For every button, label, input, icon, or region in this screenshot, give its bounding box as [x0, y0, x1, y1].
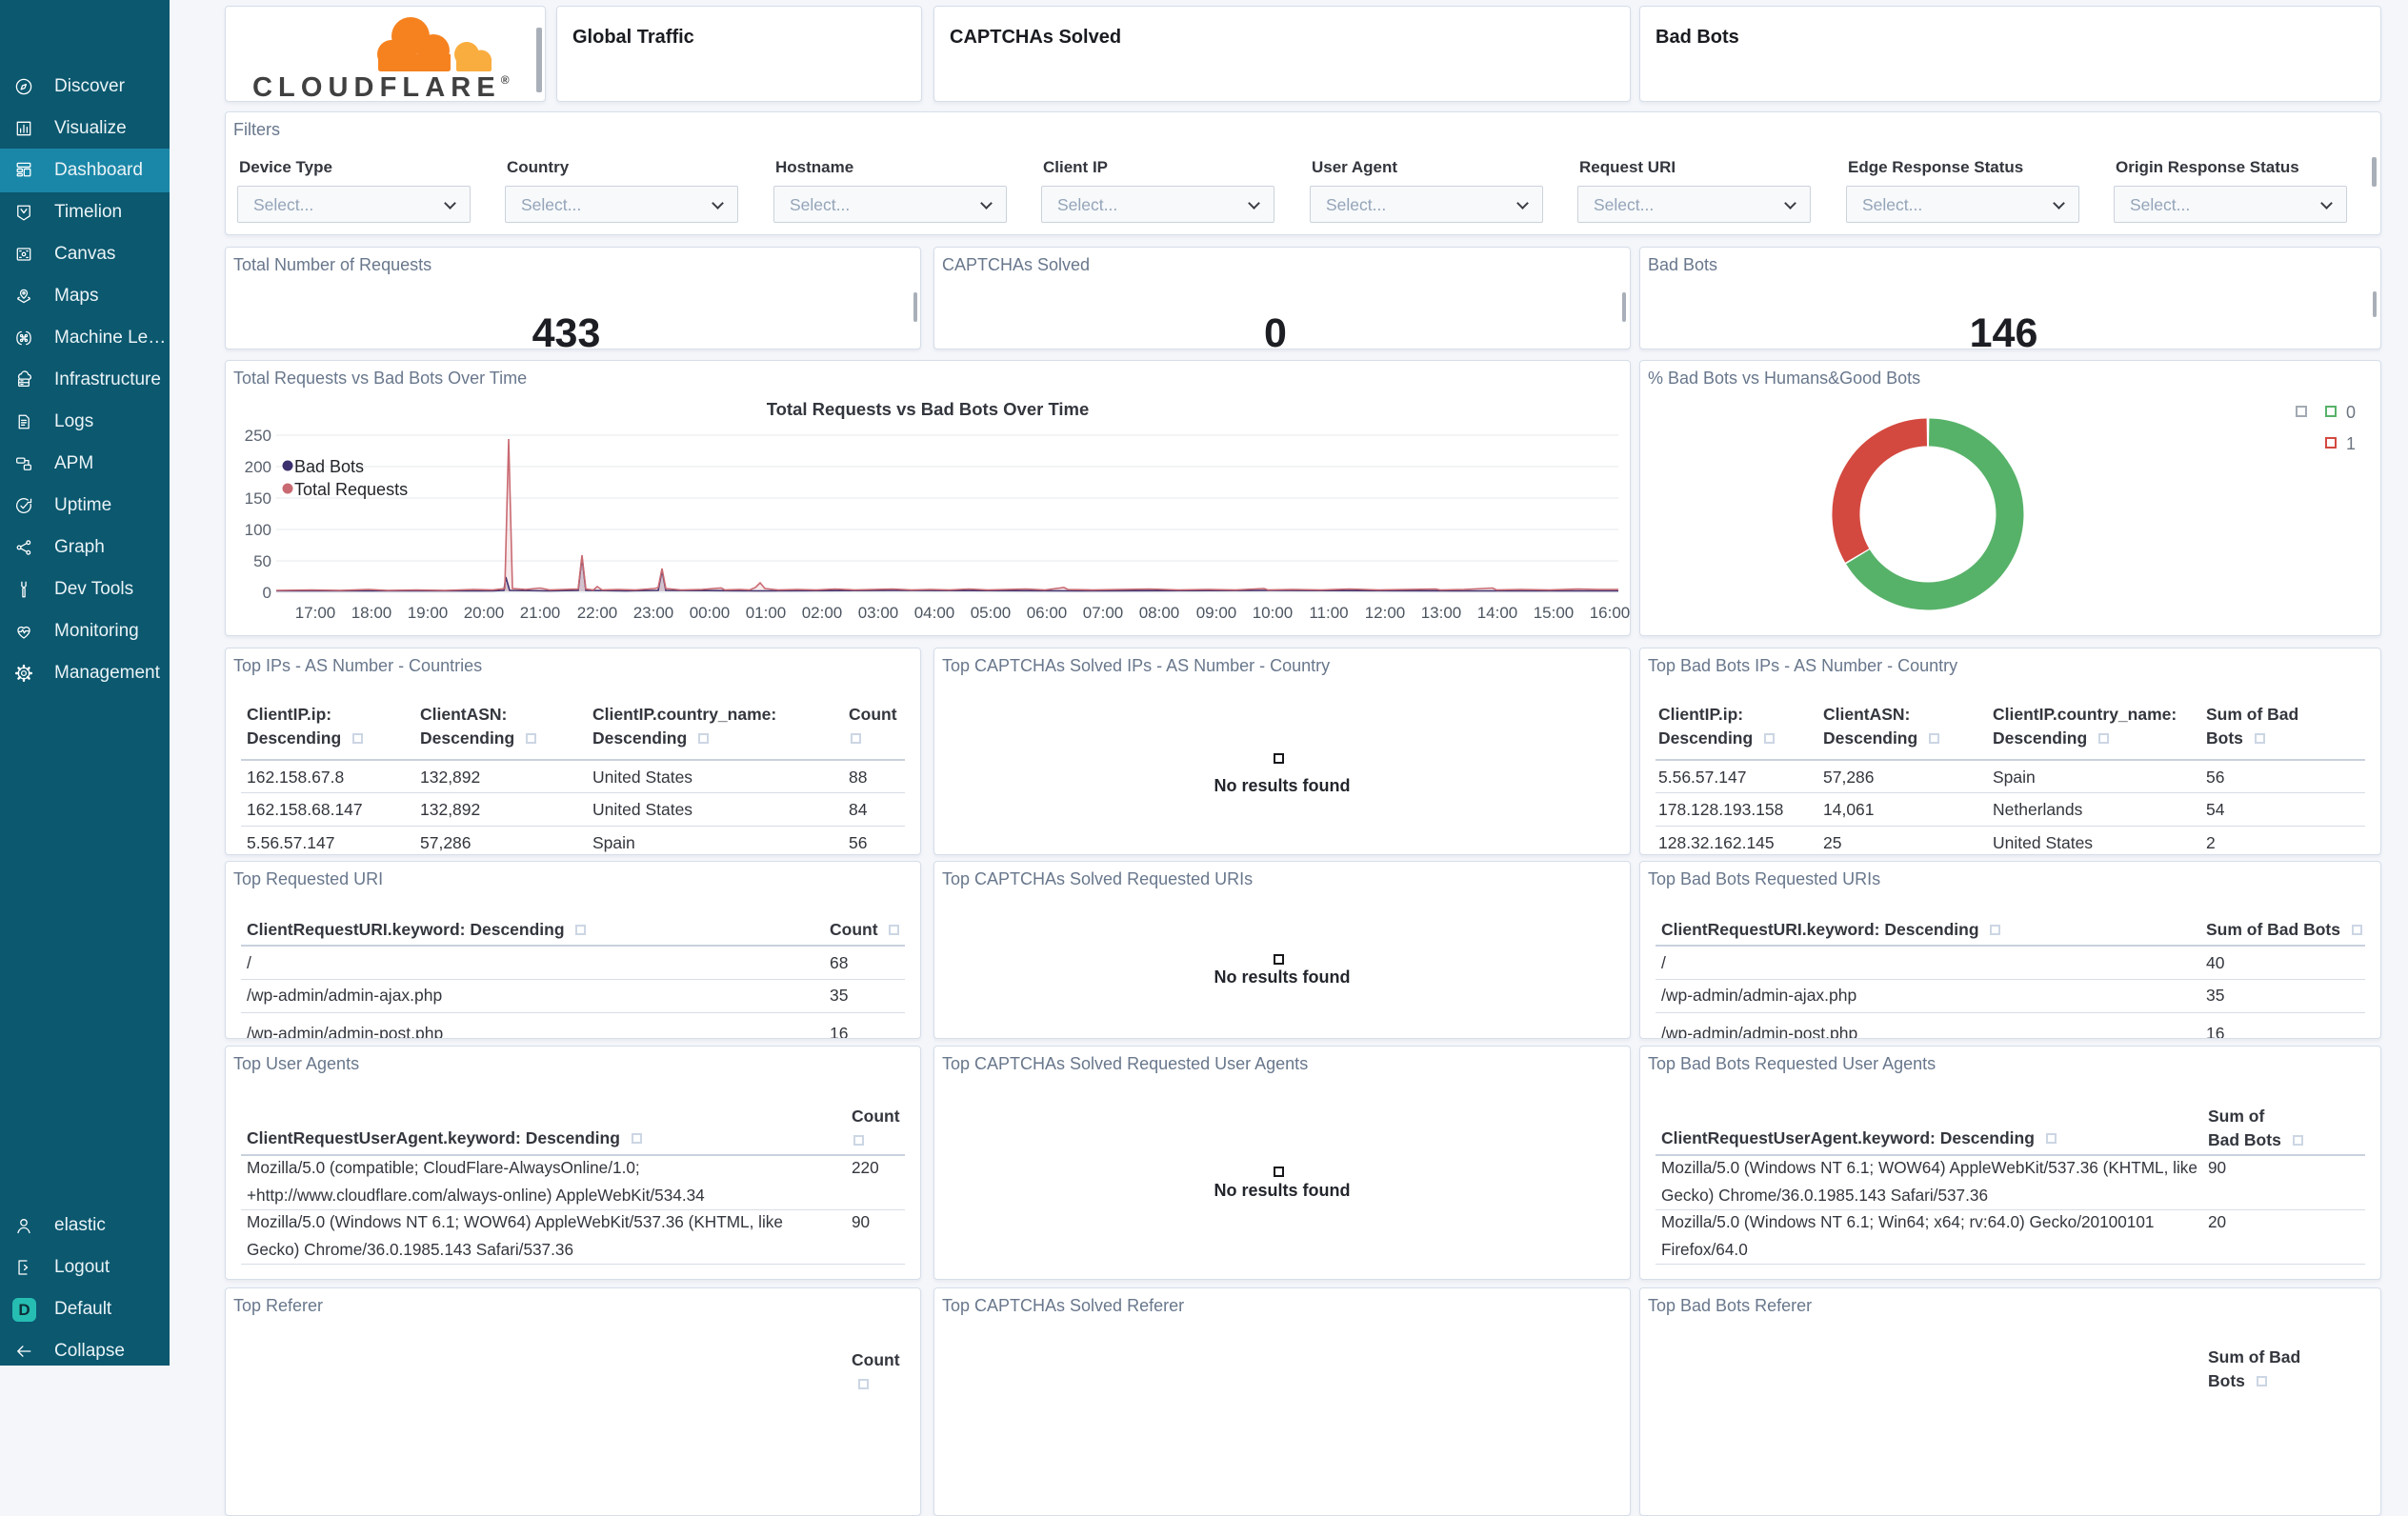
- svg-text:250: 250: [245, 427, 271, 445]
- svg-text:12:00: 12:00: [1365, 604, 1406, 622]
- svg-text:100: 100: [245, 521, 271, 539]
- svg-text:01:00: 01:00: [746, 604, 787, 622]
- svg-text:16:00: 16:00: [1590, 604, 1630, 622]
- svg-text:05:00: 05:00: [971, 604, 1012, 622]
- svg-text:0: 0: [263, 584, 271, 602]
- svg-text:150: 150: [245, 489, 271, 508]
- svg-text:03:00: 03:00: [858, 604, 899, 622]
- svg-text:50: 50: [253, 552, 271, 570]
- svg-text:18:00: 18:00: [351, 604, 392, 622]
- svg-text:13:00: 13:00: [1421, 604, 1462, 622]
- svg-text:00:00: 00:00: [690, 604, 731, 622]
- svg-text:09:00: 09:00: [1196, 604, 1237, 622]
- svg-text:Total Requests vs Bad Bots Ove: Total Requests vs Bad Bots Over Time: [767, 399, 1090, 419]
- svg-text:200: 200: [245, 458, 271, 476]
- svg-text:14:00: 14:00: [1477, 604, 1518, 622]
- svg-text:02:00: 02:00: [802, 604, 843, 622]
- svg-text:08:00: 08:00: [1139, 604, 1180, 622]
- svg-text:06:00: 06:00: [1027, 604, 1068, 622]
- svg-text:20:00: 20:00: [464, 604, 505, 622]
- svg-text:04:00: 04:00: [914, 604, 955, 622]
- svg-text:15:00: 15:00: [1534, 604, 1575, 622]
- svg-text:11:00: 11:00: [1309, 604, 1348, 622]
- svg-text:21:00: 21:00: [520, 604, 561, 622]
- svg-text:19:00: 19:00: [408, 604, 449, 622]
- svg-text:07:00: 07:00: [1083, 604, 1124, 622]
- svg-text:Total Requests: Total Requests: [294, 480, 408, 499]
- svg-text:23:00: 23:00: [633, 604, 674, 622]
- svg-text:17:00: 17:00: [295, 604, 336, 622]
- svg-text:Bad Bots: Bad Bots: [294, 457, 364, 476]
- svg-text:22:00: 22:00: [577, 604, 618, 622]
- svg-text:10:00: 10:00: [1253, 604, 1294, 622]
